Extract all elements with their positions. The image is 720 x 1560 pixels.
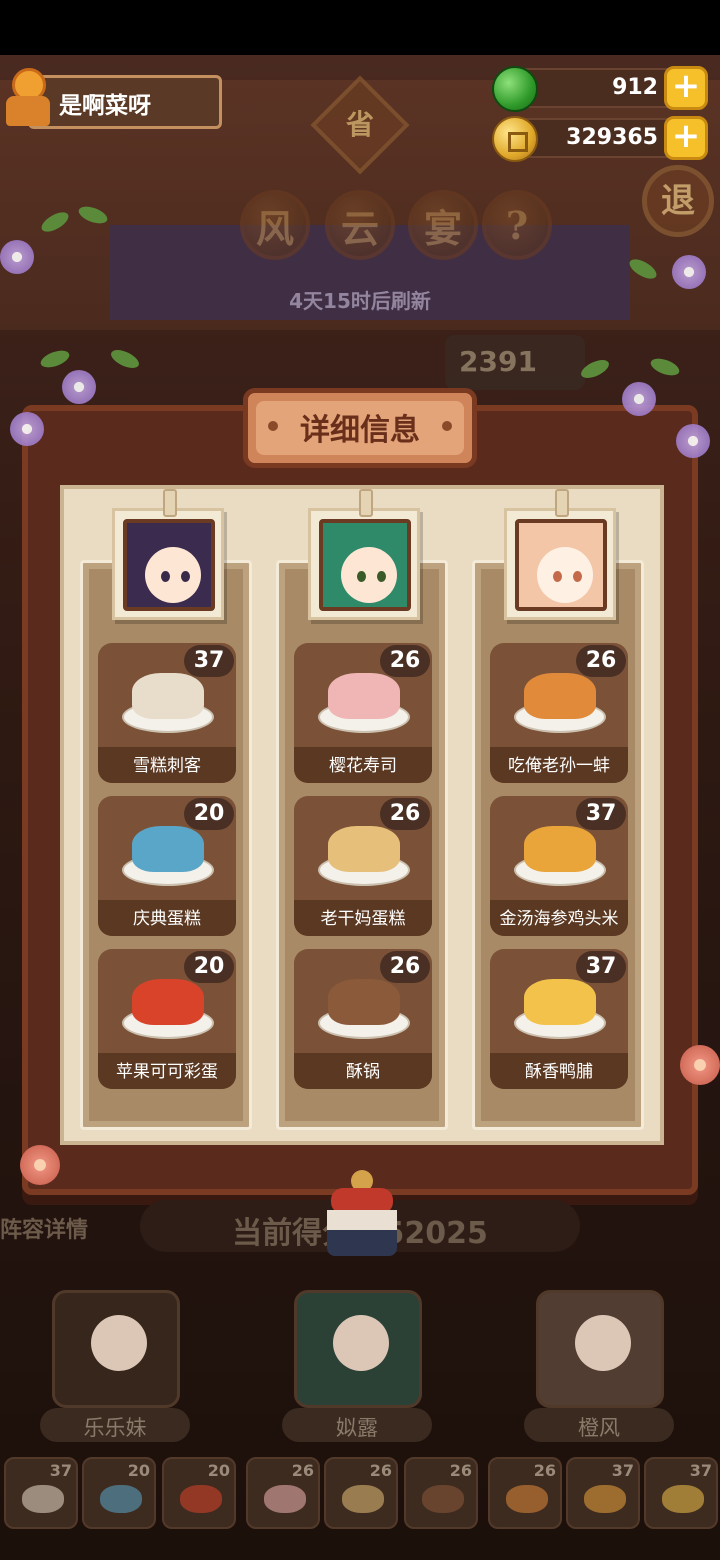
chef-card[interactable] xyxy=(294,1290,422,1408)
mini-dish-count: 26 xyxy=(533,1461,556,1480)
dish-name: 酥香鸭脯 xyxy=(525,1062,593,1082)
mini-dish-slot[interactable]: 26 xyxy=(488,1457,562,1529)
hanging-ornament-icon xyxy=(325,1170,399,1258)
add-gems-button[interactable]: + xyxy=(664,66,708,110)
dish-icon xyxy=(328,826,400,872)
add-coins-button[interactable]: + xyxy=(664,116,708,160)
chef-name-plate: 姒露 xyxy=(282,1408,432,1442)
dish-icon xyxy=(524,826,596,872)
player-name: 是啊菜呀 xyxy=(59,93,151,119)
dish-count: 37 xyxy=(576,798,626,830)
chef-name: 橙风 xyxy=(578,1416,620,1440)
gem-counter: 912 + xyxy=(492,66,708,112)
mini-dish-count: 26 xyxy=(291,1461,314,1480)
chef-name-plate: 橙风 xyxy=(524,1408,674,1442)
player-avatar-icon[interactable] xyxy=(4,68,50,128)
dish-card[interactable]: 37 酥香鸭脯 xyxy=(490,949,628,1089)
exit-button[interactable]: 退 xyxy=(642,165,714,237)
dish-name: 金汤海参鸡头米 xyxy=(499,909,619,929)
mini-dish-count: 37 xyxy=(689,1461,712,1480)
dish-count: 20 xyxy=(184,951,234,983)
chef-name: 姒露 xyxy=(336,1416,378,1440)
dish-card[interactable]: 26 吃俺老孙一蚌 xyxy=(490,643,628,783)
dish-count: 26 xyxy=(380,951,430,983)
title-char-3: 宴 xyxy=(408,190,478,260)
score-tab: 2391 xyxy=(445,335,585,390)
gem-amount: 912 xyxy=(612,75,658,100)
mini-dish-count: 20 xyxy=(207,1461,230,1480)
dish-icon xyxy=(132,826,204,872)
mini-dish-count: 26 xyxy=(369,1461,392,1480)
mini-dish-count: 20 xyxy=(127,1461,150,1480)
dish-name: 雪糕刺客 xyxy=(133,756,201,776)
dish-count: 37 xyxy=(576,951,626,983)
dish-name: 老干妈蛋糕 xyxy=(320,909,406,929)
chef-name: 乐乐妹 xyxy=(83,1416,147,1440)
chef-card[interactable] xyxy=(536,1290,664,1408)
dish-card[interactable]: 20 庆典蛋糕 xyxy=(98,796,236,936)
chef-portrait[interactable] xyxy=(308,489,420,620)
dish-name: 酥锅 xyxy=(346,1062,380,1082)
flower-decoration xyxy=(0,240,34,274)
dish-count: 37 xyxy=(184,645,234,677)
mini-dish-slot[interactable]: 37 xyxy=(644,1457,718,1529)
mini-dish-slot[interactable]: 20 xyxy=(82,1457,156,1529)
dish-count: 26 xyxy=(380,645,430,677)
chef-name-plate: 乐乐妹 xyxy=(40,1408,190,1442)
chef-card[interactable] xyxy=(52,1290,180,1408)
chef-portrait[interactable] xyxy=(112,489,224,620)
dish-card[interactable]: 26 老干妈蛋糕 xyxy=(294,796,432,936)
dish-icon xyxy=(524,673,596,719)
dish-name: 吃俺老孙一蚌 xyxy=(508,756,610,776)
dish-card[interactable]: 37 金汤海参鸡头米 xyxy=(490,796,628,936)
dish-name: 苹果可可彩蛋 xyxy=(116,1062,218,1082)
title-char-2: 云 xyxy=(325,190,395,260)
coin-icon xyxy=(492,116,538,162)
dish-card[interactable]: 26 酥锅 xyxy=(294,949,432,1089)
mini-dish-slot[interactable]: 37 xyxy=(4,1457,78,1529)
mini-dish-slot[interactable]: 37 xyxy=(566,1457,640,1529)
coin-amount: 329365 xyxy=(566,125,658,150)
dish-card[interactable]: 26 樱花寿司 xyxy=(294,643,432,783)
mini-dish-slot[interactable]: 26 xyxy=(324,1457,398,1529)
refresh-timer: 4天15时后刷新 xyxy=(289,289,431,313)
dish-card[interactable]: 20 苹果可可彩蛋 xyxy=(98,949,236,1089)
mini-dish-count: 37 xyxy=(611,1461,634,1480)
flower-decoration xyxy=(672,255,706,289)
dish-icon xyxy=(132,979,204,1025)
player-name-box[interactable]: 是啊菜呀 xyxy=(28,75,222,129)
dialog-title: 详细信息 xyxy=(300,413,420,448)
dialog-title-banner: 详细信息 xyxy=(243,388,477,468)
coin-counter: 329365 + xyxy=(492,116,708,162)
dish-name: 庆典蛋糕 xyxy=(133,909,201,929)
mini-dish-count: 37 xyxy=(49,1461,72,1480)
status-bar xyxy=(0,0,720,55)
team-details-link[interactable]: 阵容详情 xyxy=(0,1212,88,1244)
title-char-1: 风 xyxy=(240,190,310,260)
dish-count: 26 xyxy=(380,798,430,830)
dish-icon xyxy=(524,979,596,1025)
mini-dish-slot[interactable]: 20 xyxy=(162,1457,236,1529)
flower-decoration xyxy=(622,382,656,416)
dish-count: 20 xyxy=(184,798,234,830)
mini-dish-slot[interactable]: 26 xyxy=(404,1457,478,1529)
dish-icon xyxy=(328,979,400,1025)
dish-card[interactable]: 37 雪糕刺客 xyxy=(98,643,236,783)
chef-portrait[interactable] xyxy=(504,489,616,620)
dish-name: 樱花寿司 xyxy=(329,756,397,776)
dish-count: 26 xyxy=(576,645,626,677)
flower-decoration xyxy=(10,412,44,446)
pink-flower-decoration xyxy=(20,1145,60,1185)
help-button[interactable]: ? xyxy=(482,190,552,260)
flower-decoration xyxy=(62,370,96,404)
pink-flower-decoration xyxy=(680,1045,720,1085)
mini-dish-slot[interactable]: 26 xyxy=(246,1457,320,1529)
mini-dish-count: 26 xyxy=(449,1461,472,1480)
gem-icon xyxy=(492,66,538,112)
dish-icon xyxy=(328,673,400,719)
flower-decoration xyxy=(676,424,710,458)
dish-icon xyxy=(132,673,204,719)
